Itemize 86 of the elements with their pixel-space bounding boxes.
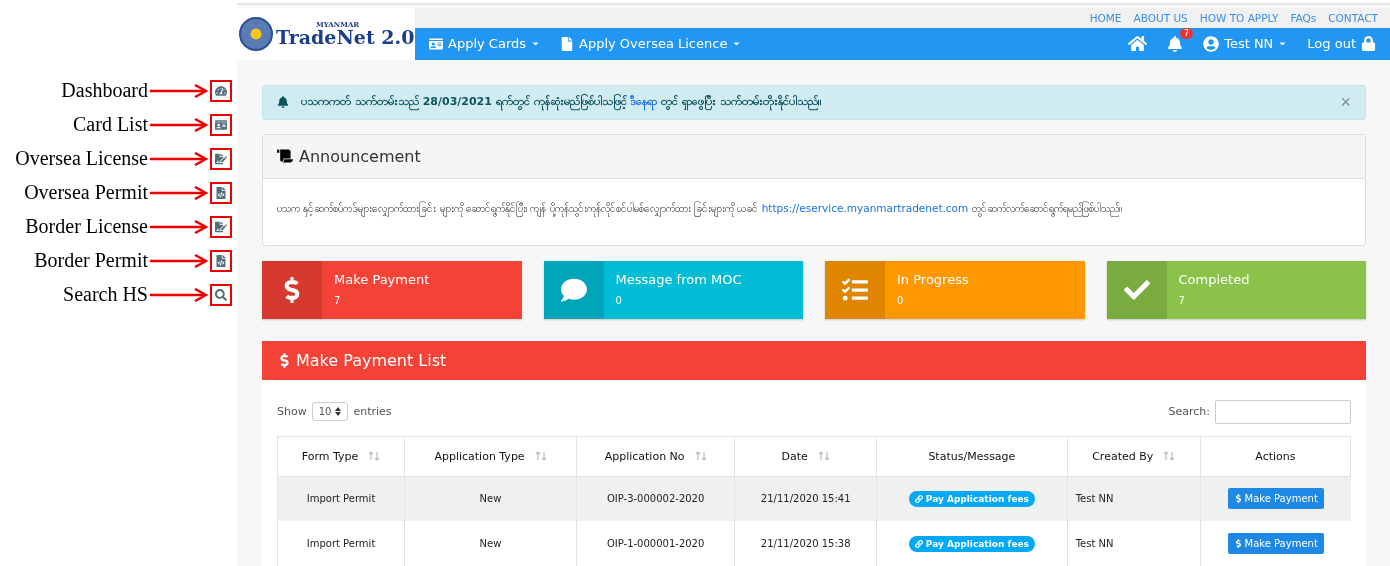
table-cell: Test NN [1067,521,1201,566]
stat-card[interactable]: In Progress 0 [825,260,1085,319]
dollar-icon [1233,539,1243,548]
table-cell: New [404,521,577,566]
annotation-label: Card List [73,113,148,136]
stat-value: 7 [334,294,342,306]
pointer-arrow [150,219,208,234]
checklist-icon [842,276,868,303]
table-cell: OIP-1-000001-2020 [576,521,735,566]
nav-menu[interactable]: Apply Cards [429,36,541,52]
stat-value: 0 [897,294,905,306]
status-pill[interactable]: Pay Application fees [908,490,1035,507]
pointer-arrow [150,287,208,302]
file-code-icon[interactable] [215,254,227,267]
column-header[interactable]: Created By [1067,436,1201,476]
pointer-arrow [150,185,208,200]
alert-text: ပသကကတ် သက်တမ်းသည် 28/03/2021 ရက်တွင် ကုန်ဆုံးမည်ဖြစ်ပါသဖြင့် ဒီနေရာ တွင် ရှာဖွေပြီး သက်တမ်းတိုးနိုင်ပါသည်။ [301,94,1329,110]
id-card-icon[interactable] [215,118,227,131]
column-header[interactable]: Date [734,436,877,476]
stat-value: 0 [615,294,623,306]
annotation-label: Dashboard [61,79,148,102]
search-field[interactable] [1215,399,1351,424]
user-menu[interactable]: Test NN [1203,35,1288,52]
speech-bubble-icon [560,276,587,303]
stat-label: Make Payment [334,271,430,287]
close-button[interactable]: × [1340,91,1351,113]
file-icon [560,36,575,51]
logo-emblem [239,16,273,51]
annotation-label: Oversea Permit [24,181,148,204]
link-icon [914,539,923,548]
annotation-label: Border Permit [34,249,148,272]
panel-title: Make Payment List [296,350,447,370]
pointer-arrow [150,253,208,268]
top-link[interactable]: HOME [1089,12,1122,24]
updown-caret-icon [335,407,342,416]
top-link[interactable]: HOW TO APPLY [1199,12,1279,24]
column-header[interactable]: Application Type [404,436,577,476]
stat-value: 7 [1178,294,1186,306]
table-cell: Import Permit [277,521,405,566]
nav-menu[interactable]: Apply Oversea Licence [560,36,742,52]
home-icon[interactable] [1128,34,1148,54]
announcement-link[interactable]: https://eservice.myanmartradenet.com [761,201,969,214]
pointer-arrow [150,117,208,132]
link-icon [914,494,923,503]
logout-link[interactable]: Log out [1307,36,1376,52]
stat-label: Completed [1178,271,1250,287]
bell-icon [277,96,289,108]
make-payment-button[interactable]: Make Payment [1227,533,1324,554]
make-payment-button[interactable]: Make Payment [1227,488,1324,510]
stat-label: In Progress [897,271,969,287]
column-header[interactable]: Actions [1200,436,1351,476]
gauge-icon[interactable] [215,84,227,97]
notification-badge: 7 [1180,27,1194,39]
column-header[interactable]: Status/Message [876,436,1068,476]
id-card-icon [429,36,443,51]
file-edit-icon[interactable] [215,152,227,165]
stat-card[interactable]: Make Payment 7 [262,260,522,319]
page-size-select[interactable]: 10 [311,402,349,421]
user-icon [1203,35,1220,52]
column-header[interactable]: Application No [576,436,735,476]
search-label: Search: [1168,405,1210,418]
entries-label: entries [353,405,392,418]
table-cell: 21/11/2020 15:38 [734,521,877,566]
pointer-arrow [150,83,208,98]
bell-icon[interactable] [1167,35,1184,52]
top-link[interactable]: ABOUT US [1133,12,1188,24]
lock-icon [1361,36,1376,52]
stat-label: Message from MOC [615,271,742,287]
annotation-label: Border License [25,215,148,238]
dollar-icon [1233,494,1243,504]
search-icon[interactable] [215,288,227,301]
top-link[interactable]: FAQs [1290,12,1317,24]
file-edit-icon[interactable] [215,220,227,233]
annotation-label: Oversea License [15,147,148,170]
scroll-icon [277,148,293,164]
logo-title: TradeNet 2.0 [276,27,415,47]
pointer-arrow [150,151,208,166]
show-label: Show [277,405,307,418]
stat-card[interactable]: Message from MOC 0 [543,260,803,319]
annotation-label: Search HS [63,283,148,306]
column-header[interactable]: Form Type [277,436,405,476]
status-pill[interactable]: Pay Application fees [908,535,1035,552]
stat-card[interactable]: Completed 7 [1106,260,1366,319]
panel-title: Announcement [299,146,421,166]
top-link[interactable]: CONTACT [1328,12,1378,24]
file-code-icon[interactable] [215,186,227,199]
